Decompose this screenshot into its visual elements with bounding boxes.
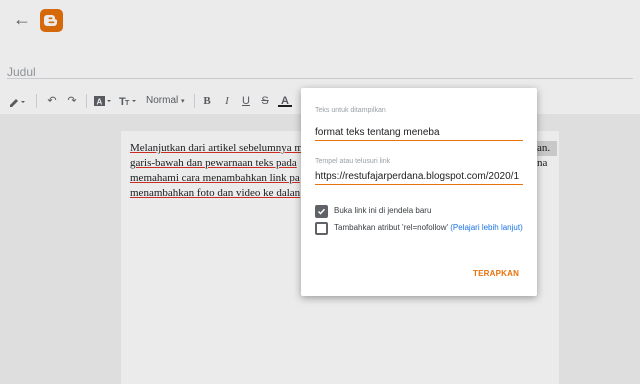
open-new-window-label[interactable]: Buka link ini di jendela baru	[334, 204, 524, 218]
open-new-window-checkbox[interactable]	[315, 205, 328, 218]
display-text-input[interactable]	[315, 125, 523, 141]
url-input[interactable]	[315, 169, 523, 185]
display-text-label: Teks untuk ditampilkan	[315, 107, 386, 114]
apply-button[interactable]: TERAPKAN	[473, 269, 519, 278]
learn-more-link[interactable]: (Pelajari lebih lanjut)	[450, 223, 522, 232]
nofollow-label: Tambahkan atribut 'rel=nofollow'	[334, 223, 449, 232]
nofollow-text[interactable]: Tambahkan atribut 'rel=nofollow' (Pelaja…	[334, 221, 524, 235]
url-label: Tempel atau telusuri link	[315, 158, 391, 165]
link-dialog: Teks untuk ditampilkan Tempel atau telus…	[301, 88, 537, 296]
nofollow-checkbox[interactable]	[315, 222, 328, 235]
